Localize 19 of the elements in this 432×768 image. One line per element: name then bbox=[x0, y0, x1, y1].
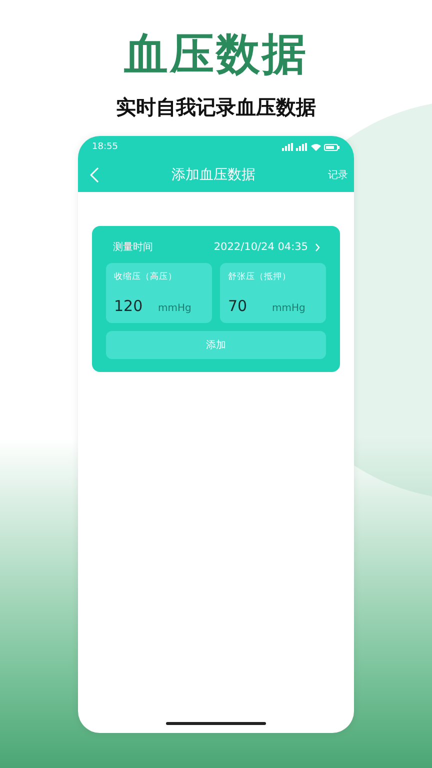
records-button[interactable]: 记录 bbox=[328, 168, 348, 182]
time-label: 测量时间 bbox=[113, 240, 154, 254]
chevron-icon bbox=[315, 242, 320, 252]
unit-label: mmHg bbox=[158, 303, 192, 314]
screen-title: 添加血压数据 bbox=[170, 166, 256, 184]
add-button[interactable]: 添加 bbox=[106, 331, 326, 359]
field-label: 舒张压（抵押） bbox=[228, 271, 292, 283]
input-field[interactable]: 舒张压（抵押） 70 mmHg bbox=[220, 263, 326, 323]
field-value: 120 bbox=[114, 297, 144, 315]
headline: 血压数据 bbox=[124, 28, 308, 82]
back-icon[interactable] bbox=[90, 167, 99, 183]
field-label: 收缩压（高压） bbox=[114, 271, 178, 283]
input-field[interactable]: 收缩压（高压） 120 mmHg bbox=[106, 263, 212, 323]
status-icons bbox=[282, 143, 340, 151]
subtitle: 实时自我记录血压数据 bbox=[116, 94, 316, 120]
field-value: 70 bbox=[228, 297, 248, 315]
unit-label: mmHg bbox=[272, 303, 306, 314]
time-picker[interactable]: 2022/10/24 04:35 bbox=[214, 241, 315, 253]
status-time: 18:55 bbox=[92, 142, 118, 152]
